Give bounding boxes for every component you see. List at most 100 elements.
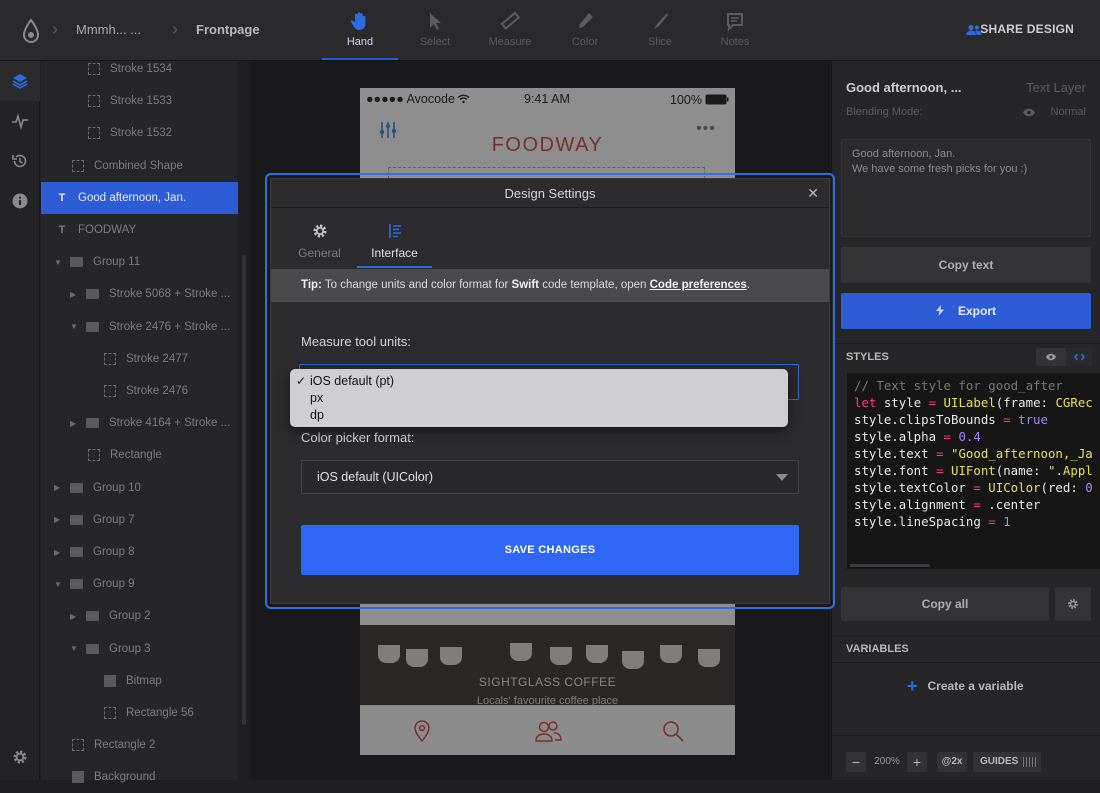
eye-icon[interactable] [1045, 353, 1057, 361]
breadcrumb-chevron-icon: › [172, 19, 178, 39]
avocode-logo-icon[interactable] [20, 18, 42, 44]
dropdown-option[interactable]: iOS default (pt) [310, 373, 394, 390]
layer-row[interactable]: ▶ Group 8 [41, 536, 238, 568]
caret-right-icon[interactable]: ▶ [70, 419, 80, 428]
zoom-out-button[interactable]: − [846, 752, 866, 772]
layer-row[interactable]: Bitmap [41, 665, 238, 697]
layer-row[interactable]: Rectangle 2 [41, 729, 238, 761]
tool-notes[interactable]: Notes [697, 8, 773, 60]
code-token: style [876, 395, 929, 410]
layer-row[interactable]: Stroke 1533 [41, 85, 238, 117]
layer-row[interactable]: Rectangle 56 [41, 697, 238, 729]
tab-interface[interactable]: Interface [357, 220, 432, 268]
close-icon[interactable]: ✕ [807, 185, 819, 201]
dropdown-option[interactable]: dp [310, 407, 324, 424]
tool-select[interactable]: Select [397, 8, 473, 60]
text-content-box[interactable]: Good afternoon, Jan. We have some fresh … [841, 139, 1091, 237]
cursor-icon [430, 13, 441, 30]
caret-right-icon[interactable]: ▶ [54, 515, 64, 524]
code-line: style.text = "Good_afternoon,_Ja [854, 445, 1093, 462]
create-variable-button[interactable]: + Create a variable [907, 677, 1024, 695]
caret-right-icon[interactable]: ▶ [70, 290, 80, 299]
layer-label: Rectangle 2 [94, 739, 156, 752]
caret-right-icon[interactable]: ▶ [54, 548, 64, 557]
code-snippet[interactable]: // Text style for good_after 1 let style =… [847, 373, 1100, 569]
layers-panel: Stroke 1534 Stroke 1533 Stroke 1532 Combine… [41, 61, 238, 784]
settings-tab[interactable] [0, 737, 40, 777]
info-icon [12, 193, 28, 209]
layer-type: Text Layer [1026, 80, 1086, 95]
zoom-bar: − 200% + @2x GUIDES [832, 735, 1100, 780]
layer-row[interactable]: Stroke 1532 [41, 117, 238, 149]
view-toggle[interactable] [1036, 348, 1092, 366]
layer-row[interactable]: Background [41, 761, 238, 793]
caret-down-icon[interactable]: ▼ [70, 322, 80, 331]
layer-row[interactable]: ▶ Stroke 5068 + Stroke ... [41, 278, 238, 310]
tool-label: Color [571, 36, 599, 48]
history-tab[interactable] [0, 141, 40, 181]
tab-label: General [298, 246, 341, 260]
layer-row[interactable]: Stroke 2476 [41, 375, 238, 407]
layer-row[interactable]: ▶ Group 2 [41, 600, 238, 632]
tool-color[interactable]: Color [547, 8, 623, 60]
layer-row[interactable]: ▶ Group 10 [41, 472, 238, 504]
layer-row[interactable]: ▼ Stroke 2476 + Stroke ... [41, 311, 238, 343]
layers-tab[interactable] [0, 61, 40, 101]
layer-row[interactable]: ▶ Stroke 4164 + Stroke ... [41, 407, 238, 439]
color-format-select[interactable]: iOS default (UIColor) [301, 460, 799, 494]
code-token: style.clipsToBounds [854, 412, 1004, 427]
layer-row[interactable]: ▼ Group 11 [41, 246, 238, 278]
layer-row[interactable]: Rectangle [41, 439, 238, 471]
layer-label: Stroke 2476 [126, 385, 189, 397]
zoom-in-button[interactable]: + [907, 752, 927, 772]
code-token: true [1018, 412, 1048, 427]
guides-button[interactable]: GUIDES [973, 752, 1041, 772]
layer-row[interactable]: ▼ Group 9 [41, 568, 238, 600]
breadcrumb-page[interactable]: Frontpage [196, 22, 260, 37]
copy-text-button[interactable]: Copy text [841, 247, 1091, 283]
scale-button[interactable]: @2x [937, 752, 967, 772]
tool-hand[interactable]: Hand [322, 8, 398, 60]
layer-row[interactable]: ▶ Group 7 [41, 504, 238, 536]
code-settings-button[interactable] [1055, 587, 1091, 621]
code-preferences-link[interactable]: Code preferences [650, 279, 747, 291]
caret-right-icon[interactable]: ▶ [54, 483, 64, 492]
code-scrollbar[interactable] [850, 564, 930, 567]
info-tab[interactable] [0, 181, 40, 221]
code-token: (frame: [995, 395, 1056, 410]
tool-slice[interactable]: Slice [622, 8, 698, 60]
copy-all-button[interactable]: Copy all [841, 587, 1049, 621]
layer-label: Combined Shape [94, 159, 183, 172]
layer-row[interactable]: Combined Shape [41, 150, 238, 182]
caret-down-icon[interactable]: ▼ [54, 258, 64, 267]
divider [832, 662, 1100, 663]
activity-tab[interactable] [0, 101, 40, 141]
code-line: style.clipsToBounds = true [854, 411, 1048, 428]
eye-icon[interactable] [1022, 108, 1036, 117]
tab-label: Interface [371, 246, 418, 260]
share-design-button[interactable]: SHARE DESIGN [980, 22, 1074, 36]
activity-icon [12, 113, 28, 130]
layer-label: Group 9 [93, 578, 135, 591]
modal-title: Design Settings [504, 186, 596, 201]
layers-scrollbar[interactable] [242, 255, 246, 725]
layer-label: Group 8 [93, 546, 135, 558]
layer-row[interactable]: T FOODWAY [41, 214, 238, 246]
export-button[interactable]: Export [841, 293, 1091, 329]
dropdown-option[interactable]: px [310, 390, 323, 407]
layer-row[interactable]: ▼ Group 3 [41, 633, 238, 665]
tab-general[interactable]: General [282, 220, 357, 268]
layer-row[interactable]: T Good afternoon, Jan. [41, 181, 238, 214]
code-view-button[interactable] [1066, 348, 1092, 366]
layer-row[interactable]: Stroke 2477 [41, 343, 238, 375]
tool-measure[interactable]: Measure [472, 8, 548, 60]
layer-label: Rectangle 56 [126, 707, 194, 719]
caret-down-icon[interactable]: ▼ [70, 644, 80, 653]
layer-label: Group 7 [93, 513, 135, 526]
caret-right-icon[interactable]: ▶ [70, 612, 80, 621]
layer-row[interactable]: Stroke 1534 [41, 53, 238, 85]
tip-prefix: Tip: [301, 279, 322, 291]
save-changes-button[interactable]: SAVE CHANGES [301, 525, 799, 575]
caret-down-icon[interactable]: ▼ [54, 580, 64, 589]
breadcrumb-project[interactable]: Mmmh... ... [76, 22, 141, 37]
